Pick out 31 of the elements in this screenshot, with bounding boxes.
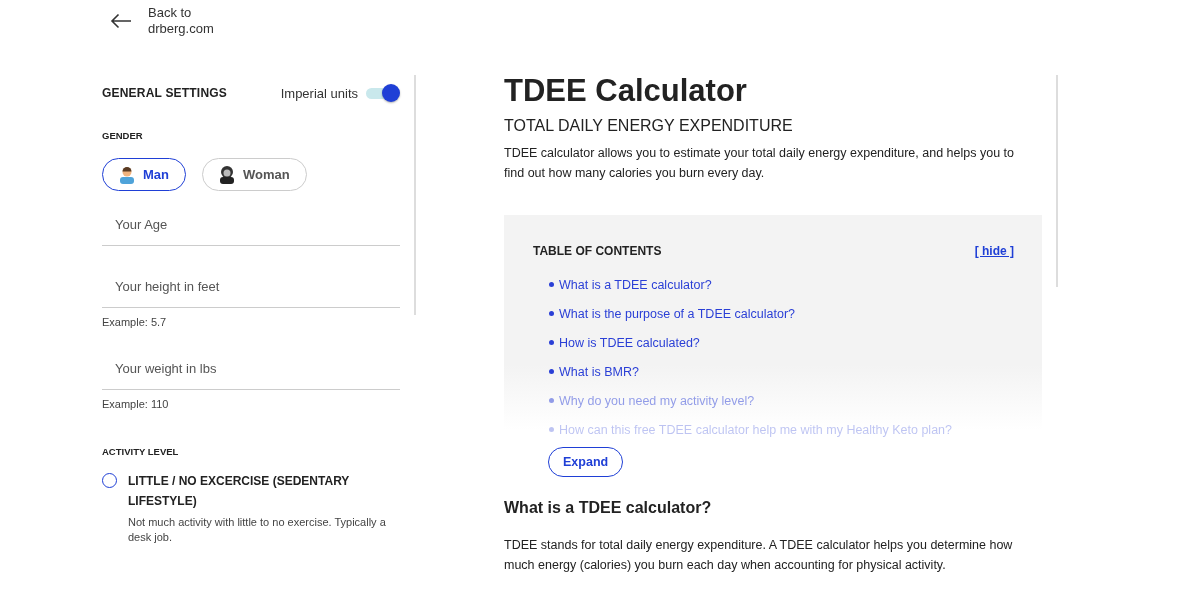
expand-button[interactable]: Expand	[548, 447, 624, 477]
woman-icon	[219, 165, 235, 184]
toc-link[interactable]: What is BMR?	[549, 357, 1014, 386]
input-field[interactable]: Your Age	[102, 204, 400, 246]
input-field[interactable]: Your weight in lbs	[102, 348, 400, 390]
input-field[interactable]: Your height in feet	[102, 266, 400, 308]
back-link[interactable]: Back to drberg.com	[148, 5, 214, 37]
section-heading: What is a TDEE calculator?	[504, 499, 713, 517]
hide-link[interactable]: [ hide ]	[974, 244, 1014, 258]
gender-option[interactable]: Man	[102, 158, 186, 191]
toc-link[interactable]: How is TDEE calculated?	[549, 328, 1014, 357]
activity-label: ACTIVITY LEVEL	[102, 446, 180, 457]
gender-label: GENDER	[102, 130, 144, 141]
toc-link[interactable]: What is a TDEE calculator?	[549, 270, 1014, 299]
activity-radio[interactable]	[102, 473, 117, 488]
page-title: TDEE Calculator	[504, 73, 748, 109]
page-subtitle: TOTAL DAILY ENERGY EXPENDITURE	[504, 117, 794, 135]
toc-title: TABLE OF CONTENTS	[533, 244, 662, 258]
activity-description: Not much activity with little to no exercise. Typically a desk job.	[128, 515, 387, 545]
field-hint: Example: 5.7	[102, 316, 168, 328]
units-switch[interactable]	[364, 84, 400, 102]
section-text: TDEE stands for total daily energy expenditure. A TDEE calculator helps you determine how much energy (calories) you burn each day when accounting for physical activity.	[504, 537, 1014, 574]
field-hint: Example: 110	[102, 398, 170, 410]
man-icon	[119, 165, 135, 184]
gender-option[interactable]: Woman	[202, 158, 307, 191]
activity-title: LITTLE / NO EXCERCISE (SEDENTARY LIFESTYLE)	[128, 473, 351, 510]
intro-text: TDEE calculator allows you to estimate your total daily energy expenditure, and helps you to find out how many calories you burn every day.	[504, 145, 1015, 182]
settings-heading: GENERAL SETTINGS	[102, 86, 227, 100]
back-arrow-icon[interactable]	[110, 13, 132, 29]
units-label: Imperial units	[280, 85, 358, 101]
toc-link[interactable]: What is the purpose of a TDEE calculator?	[549, 299, 1014, 328]
